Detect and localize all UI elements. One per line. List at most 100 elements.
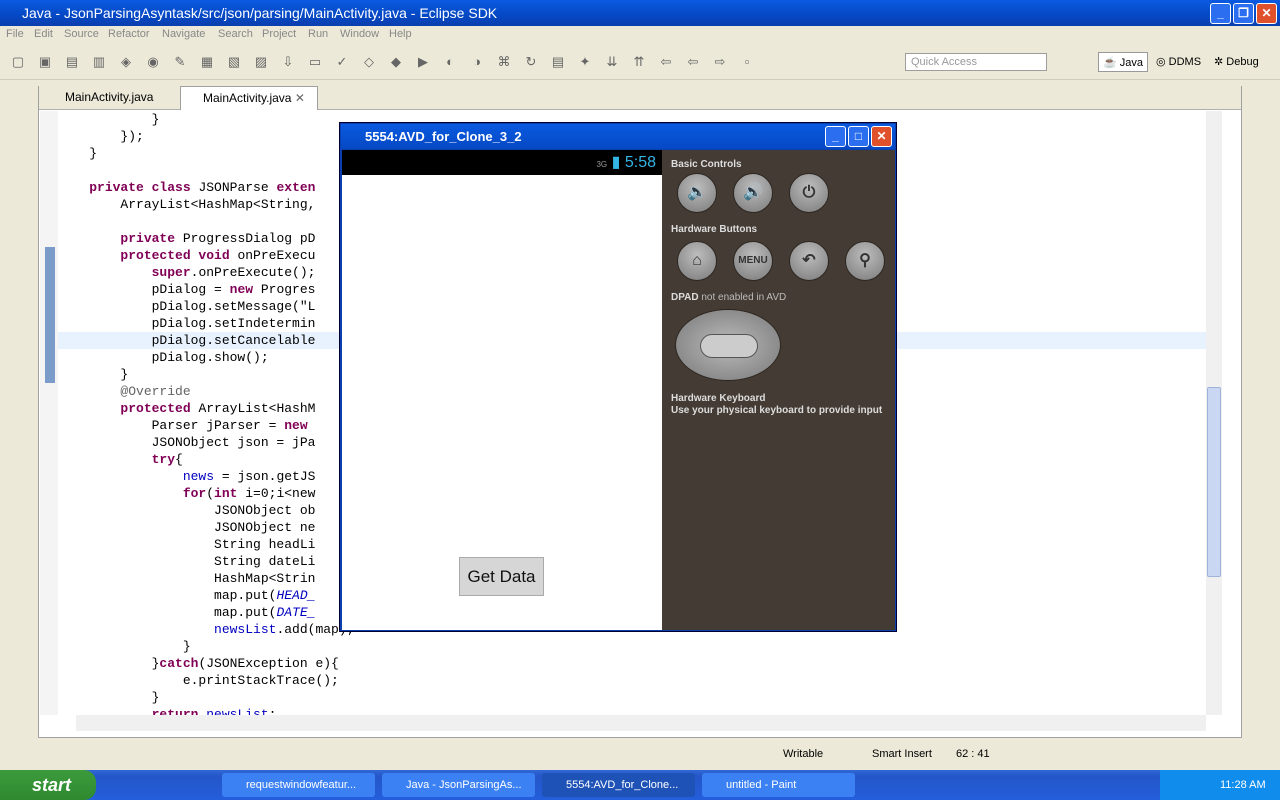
back-icon[interactable]: ↶ (789, 241, 829, 281)
perspective-java[interactable]: ☕ Java (1098, 52, 1149, 72)
power-icon[interactable]: ⏻ (789, 173, 829, 213)
toolbar-button-icon[interactable]: ▧ (226, 54, 242, 70)
editor-tabs: MainActivity.java MainActivity.java ✕ (39, 86, 1241, 110)
toolbar-button-icon[interactable]: ⇨ (712, 54, 728, 70)
menu-refactor[interactable]: Refactor (108, 28, 150, 40)
window-title: Java - JsonParsingAsyntask/src/json/pars… (22, 5, 498, 21)
toolbar-button-icon[interactable]: ◈ (118, 54, 134, 70)
menu-run[interactable]: Run (308, 28, 328, 40)
code-token: ArrayList<HashMap<String, (58, 197, 316, 212)
toolbar-button-icon[interactable]: ▶ (415, 54, 431, 70)
toolbar-button-icon[interactable]: ⇦ (685, 54, 701, 70)
code-token: } (58, 146, 98, 161)
code-token: protected void (120, 248, 230, 263)
toolbar-button-icon[interactable]: ▤ (550, 54, 566, 70)
vertical-scrollbar[interactable] (1206, 111, 1222, 715)
tab-mainactivity-1[interactable]: MainActivity.java (43, 86, 179, 110)
toolbar-button-icon[interactable]: ⇦ (658, 54, 674, 70)
menu-search[interactable]: Search (218, 28, 253, 40)
toolbar-button-icon[interactable]: ⇈ (631, 54, 647, 70)
toolbar-button-icon[interactable]: ◑ (469, 54, 485, 70)
toolbar-button-icon[interactable]: ▣ (37, 54, 53, 70)
window-title-bar: Java - JsonParsingAsyntask/src/json/pars… (0, 0, 1280, 26)
volume-down-icon[interactable]: 🔉 (677, 173, 717, 213)
perspective-label: Debug (1226, 56, 1259, 68)
search-icon[interactable]: ⚲ (845, 241, 885, 281)
menu-edit[interactable]: Edit (34, 28, 53, 40)
toolbar-button-icon[interactable]: ▤ (64, 54, 80, 70)
code-line: return newsList; (58, 706, 1206, 715)
horizontal-scrollbar[interactable] (76, 715, 1206, 731)
dpad-control[interactable] (675, 309, 781, 381)
android-clock: 5:58 (624, 154, 656, 171)
code-line: } (58, 638, 1206, 655)
change-ruler-marker (45, 247, 55, 383)
status-bar: Writable Smart Insert 62 : 41 (0, 742, 1280, 768)
tab-label: MainActivity.java (65, 90, 154, 104)
perspective-label: DDMS (1168, 56, 1202, 68)
menu-navigate[interactable]: Navigate (162, 28, 205, 40)
status-cursor-position: 62 : 41 (956, 748, 990, 760)
code-token: @Override (58, 384, 191, 399)
emulator-minimize-button[interactable]: _ (825, 126, 846, 147)
dpad-center[interactable] (700, 334, 758, 358)
toolbar-button-icon[interactable]: ✓ (334, 54, 350, 70)
toolbar-button-icon[interactable]: ↻ (523, 54, 539, 70)
code-token: protected (120, 401, 191, 416)
task-label: 5554:AVD_for_Clone... (566, 779, 679, 791)
scroll-thumb[interactable] (1207, 387, 1221, 577)
toolbar-button-icon[interactable]: ▭ (307, 54, 323, 70)
close-button[interactable]: ✕ (1256, 3, 1277, 24)
toolbar-button-icon[interactable]: ✎ (172, 54, 188, 70)
code-token: new (229, 282, 254, 297)
code-token: newsList (214, 622, 277, 637)
toolbar-button-icon[interactable]: ▨ (253, 54, 269, 70)
toolbar-button-icon[interactable]: ✦ (577, 54, 593, 70)
menu-button[interactable]: MENU (733, 241, 773, 281)
toolbar-button-icon[interactable]: ◆ (388, 54, 404, 70)
maximize-button[interactable]: ❐ (1233, 3, 1254, 24)
task-chrome[interactable]: requestwindowfeatur... (222, 773, 375, 797)
code-token: try (151, 452, 176, 467)
tab-mainactivity-2[interactable]: MainActivity.java ✕ (180, 86, 318, 110)
get-data-button[interactable]: Get Data (459, 557, 544, 596)
close-tab-icon[interactable]: ✕ (295, 91, 305, 105)
minimize-button[interactable]: _ (1210, 3, 1231, 24)
code-token: super (151, 265, 191, 280)
perspective-ddms[interactable]: ◎ DDMS (1152, 52, 1205, 72)
toolbar-button-icon[interactable]: ▢ (10, 54, 26, 70)
toolbar-button-icon[interactable]: ◉ (145, 54, 161, 70)
toolbar-button-icon[interactable]: ◐ (442, 54, 458, 70)
code-token: { (175, 452, 183, 467)
toolbar-button-icon[interactable]: ◇ (361, 54, 377, 70)
tab-label: MainActivity.java (203, 91, 292, 105)
start-button[interactable]: start (0, 770, 96, 800)
code-token: }); (58, 129, 144, 144)
task-emulator[interactable]: 5554:AVD_for_Clone... (542, 773, 695, 797)
menu-file[interactable]: File (6, 28, 24, 40)
menu-project[interactable]: Project (262, 28, 296, 40)
toolbar-button-icon[interactable]: ▦ (199, 54, 215, 70)
code-token: map.put( (58, 588, 277, 603)
code-token: = json.getJS (214, 469, 316, 484)
quick-access-input[interactable]: Quick Access (905, 53, 1047, 71)
emulator-close-button[interactable]: ✕ (871, 126, 892, 147)
toolbar-button-icon[interactable]: ▥ (91, 54, 107, 70)
task-eclipse[interactable]: Java - JsonParsingAs... (382, 773, 535, 797)
toolbar-button-icon[interactable]: ⌘ (496, 54, 512, 70)
perspective-debug[interactable]: ✲ Debug (1210, 52, 1263, 72)
menu-help[interactable]: Help (389, 28, 412, 40)
menu-source[interactable]: Source (64, 28, 99, 40)
volume-up-icon[interactable]: 🔊 (733, 173, 773, 213)
task-paint[interactable]: untitled - Paint (702, 773, 855, 797)
code-token: map.put( (58, 605, 277, 620)
toolbar-button-icon[interactable]: ⇊ (604, 54, 620, 70)
toolbar-button-icon[interactable]: ▫ (739, 54, 755, 70)
menu-window[interactable]: Window (340, 28, 379, 40)
home-icon[interactable]: ⌂ (677, 241, 717, 281)
toolbar-button-icon[interactable]: ⇩ (280, 54, 296, 70)
emulator-maximize-button[interactable]: □ (848, 126, 869, 147)
